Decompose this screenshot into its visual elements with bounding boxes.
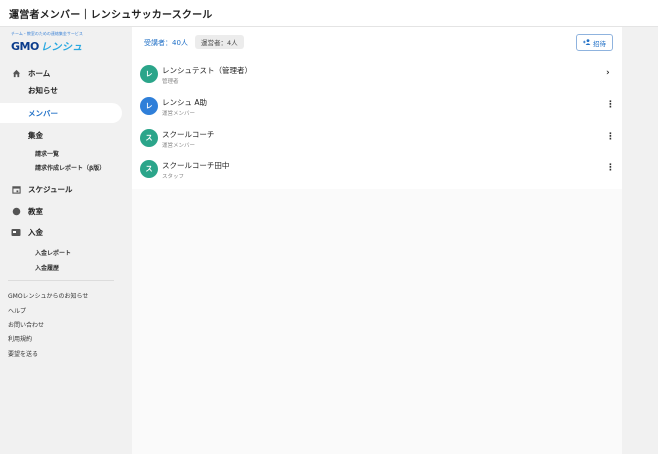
sidebar-item-billing-report[interactable]: 請求作成レポート（β版） — [35, 163, 105, 172]
sidebar-divider — [8, 280, 114, 281]
member-role: 運営メンバー — [162, 111, 196, 117]
sidebar-item-deposit[interactable]: 入金 — [0, 222, 122, 242]
member-name: スクールコーチ田中 — [162, 161, 230, 170]
member-list: レ レンシュテスト（管理者） 管理者 › レ レンシュ A助 運営メンバー ⋮ … — [132, 58, 622, 189]
member-row[interactable]: ス スクールコーチ 運営メンバー ⋮ — [132, 123, 622, 153]
main-panel: 受講者：40人 運営者：4人 招待 レ レンシュテスト（管理者） 管理者 › レ… — [132, 27, 622, 454]
attendee-count[interactable]: 受講者：40人 — [144, 38, 188, 48]
more-vertical-icon[interactable]: ⋮ — [606, 100, 615, 110]
chevron-right-icon[interactable]: › — [606, 68, 610, 78]
member-role: 運営メンバー — [162, 143, 196, 149]
footer-link-help[interactable]: ヘルプ — [8, 306, 26, 315]
gmo-renshu-logo[interactable]: チーム・教室のための連絡集金サービス GMO レンシュ — [11, 31, 83, 53]
sidebar-item-deposit-history[interactable]: 入金履歴 — [35, 263, 59, 272]
more-vertical-icon[interactable]: ⋮ — [606, 132, 615, 142]
payment-icon — [11, 227, 21, 237]
member-row[interactable]: レ レンシュ A助 運営メンバー ⋮ — [132, 91, 622, 121]
calendar-icon — [11, 184, 21, 194]
member-name: スクールコーチ — [162, 130, 215, 139]
add-person-icon — [583, 38, 591, 47]
sidebar-item-billing-list[interactable]: 請求一覧 — [35, 149, 59, 158]
logo-brand-renshu: レンシュ — [40, 42, 83, 53]
sidebar-item-label: メンバー — [28, 108, 58, 118]
avatar: レ — [140, 97, 158, 115]
sidebar-item-collection[interactable]: 集金 — [28, 130, 43, 141]
logo-tagline: チーム・教室のための連絡集金サービス — [11, 31, 83, 36]
sidebar-item-label: ホーム — [28, 68, 51, 78]
member-row[interactable]: レ レンシュテスト（管理者） 管理者 › — [132, 59, 622, 89]
sidebar-item-members[interactable]: メンバー — [0, 103, 122, 123]
avatar: ス — [140, 129, 158, 147]
page-title: 運営者メンバー｜レンシュサッカースクール — [9, 9, 213, 21]
home-icon — [11, 68, 21, 78]
right-gutter — [622, 27, 658, 454]
members-header: 受講者：40人 運営者：4人 招待 — [132, 27, 622, 58]
sidebar-item-label: 教室 — [28, 206, 43, 216]
sidebar-item-label: 入金 — [28, 227, 43, 237]
circle-icon — [11, 206, 21, 216]
member-role: 管理者 — [162, 79, 179, 85]
more-vertical-icon[interactable]: ⋮ — [606, 163, 615, 173]
footer-link-feedback[interactable]: 要望を送る — [8, 349, 38, 358]
sidebar-item-classroom[interactable]: 教室 — [0, 201, 122, 221]
avatar: レ — [140, 65, 158, 83]
top-bar: 運営者メンバー｜レンシュサッカースクール — [0, 0, 658, 27]
sidebar-item-label: スケジュール — [28, 184, 73, 194]
avatar: ス — [140, 160, 158, 178]
logo-brand-gmo: GMO — [11, 40, 39, 53]
member-role: スタッフ — [162, 174, 185, 180]
sidebar-item-deposit-report[interactable]: 入金レポート — [35, 248, 71, 257]
sidebar-item-schedule[interactable]: スケジュール — [0, 179, 122, 199]
member-row[interactable]: ス スクールコーチ田中 スタッフ ⋮ — [132, 154, 622, 184]
footer-link-terms[interactable]: 利用規約 — [8, 334, 32, 343]
member-name: レンシュ A助 — [162, 98, 208, 107]
sidebar-item-home[interactable]: ホーム — [0, 63, 122, 83]
sidebar: チーム・教室のための連絡集金サービス GMO レンシュ ホーム お知らせ メンバ… — [0, 27, 132, 454]
invite-button[interactable]: 招待 — [576, 34, 613, 51]
footer-link-news[interactable]: GMOレンシュからのお知らせ — [8, 291, 88, 300]
member-name: レンシュテスト（管理者） — [162, 66, 252, 75]
sidebar-item-news[interactable]: お知らせ — [28, 85, 58, 96]
invite-label: 招待 — [593, 39, 606, 48]
staff-count-badge[interactable]: 運営者：4人 — [195, 35, 244, 49]
footer-link-contact[interactable]: お問い合わせ — [8, 320, 44, 329]
